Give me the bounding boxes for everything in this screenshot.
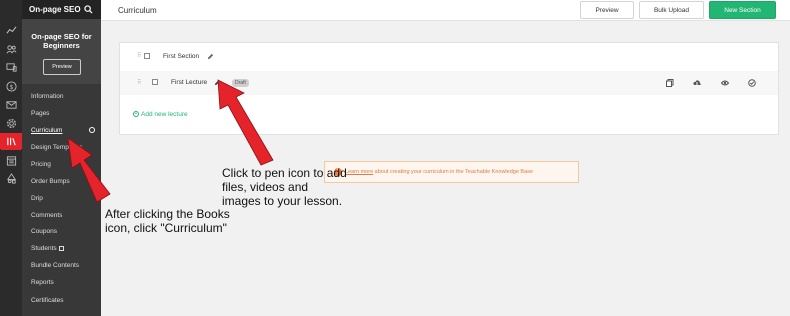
shapes-icon[interactable] (0, 170, 22, 186)
lecture-edit-pencil-icon[interactable] (214, 79, 221, 86)
books-note-line-1: After clicking the Books (105, 207, 230, 221)
active-indicator-icon (89, 127, 95, 133)
sidebar-item-curriculum[interactable]: Curriculum (31, 127, 62, 134)
knowledge-base-banner: ? Learn more about creating your curricu… (324, 161, 579, 183)
course-card: On-page SEO for Beginners Preview (22, 19, 101, 84)
gear-icon[interactable] (0, 115, 22, 131)
mail-icon[interactable] (0, 96, 22, 112)
books-note-line-2: icon, click "Curriculum" (105, 221, 227, 235)
section-edit-pencil-icon[interactable] (207, 53, 214, 60)
lecture-drag-handle-icon[interactable]: ⠿ (137, 80, 141, 86)
devices-icon[interactable] (0, 59, 22, 75)
curriculum-panel: ⠿ First Section ⠿ First Lecture Draft + A… (119, 42, 779, 135)
sidebar-item-pages[interactable]: Pages (31, 110, 49, 117)
dollar-icon[interactable]: $ (0, 78, 22, 94)
search-icon[interactable] (84, 5, 93, 14)
svg-text:$: $ (9, 82, 13, 90)
banner-message: about creating your curriculum in the Te… (373, 169, 533, 175)
new-section-button[interactable]: New Section (709, 1, 776, 19)
external-link-icon (58, 245, 64, 251)
bulk-upload-button[interactable]: Bulk Upload (639, 1, 704, 19)
sidebar-item-students[interactable]: Students (31, 245, 64, 252)
sidebar-item-certificates[interactable]: Certificates (31, 297, 64, 304)
banner-text: Learn more about creating your curriculu… (345, 169, 533, 175)
lecture-checkbox[interactable] (152, 79, 158, 85)
preview-button[interactable]: Preview (580, 1, 634, 19)
plus-circle-icon: + (133, 111, 139, 118)
books-icon-annotation: After clicking the Books icon, click "Cu… (105, 207, 230, 235)
sidebar-item-coupons[interactable]: Coupons (31, 228, 57, 235)
calendar-icon[interactable] (0, 152, 22, 168)
sidebar-item-pricing[interactable]: Pricing (31, 161, 51, 168)
sidebar-item-students-label: Students (31, 245, 57, 252)
course-title: On-page SEO for Beginners (31, 32, 92, 50)
sidebar-item-design-templates[interactable]: Design Templates (31, 144, 83, 151)
top-bar: Curriculum Preview Bulk Upload New Secti… (101, 0, 790, 21)
copy-icon[interactable] (666, 79, 674, 87)
page-title: Curriculum (118, 6, 157, 15)
sidebar-item-comments[interactable]: Comments (31, 212, 62, 219)
publish-check-icon[interactable] (748, 79, 756, 87)
trend-icon[interactable] (0, 22, 22, 38)
section-drag-handle-icon[interactable]: ⠿ (137, 53, 141, 59)
users-icon[interactable] (0, 41, 22, 57)
add-new-lecture-label: Add new lecture (141, 111, 188, 118)
add-new-lecture-link[interactable]: + Add new lecture (133, 111, 188, 118)
cloud-download-icon[interactable] (693, 79, 701, 87)
draft-badge: Draft (232, 79, 249, 87)
learn-more-link[interactable]: Learn more (345, 169, 373, 175)
section-checkbox[interactable] (144, 53, 150, 59)
sidebar-item-reports[interactable]: Reports (31, 279, 54, 286)
pen-note-line-2: files, videos and (222, 180, 309, 194)
pen-note-line-1: Click to pen icon to add (222, 166, 347, 180)
sidebar-item-bundle-contents[interactable]: Bundle Contents (31, 262, 79, 269)
sidebar-item-information[interactable]: Information (31, 93, 64, 100)
sidebar-item-order-bumps[interactable]: Order Bumps (31, 178, 70, 185)
pen-icon-annotation: Click to pen icon to add files, videos a… (222, 166, 347, 208)
school-name: On-page SEO (29, 5, 81, 14)
icon-rail: $ (0, 0, 22, 316)
sidebar-item-drip[interactable]: Drip (31, 195, 43, 202)
course-sidebar: On-page SEO On-page SEO for Beginners Pr… (22, 0, 101, 316)
books-icon[interactable] (0, 133, 22, 149)
lecture-title: First Lecture (171, 79, 208, 86)
pen-note-line-3: images to your lesson. (222, 194, 343, 208)
eye-icon[interactable] (721, 79, 729, 87)
section-title: First Section (163, 53, 200, 60)
course-preview-button[interactable]: Preview (43, 59, 81, 75)
